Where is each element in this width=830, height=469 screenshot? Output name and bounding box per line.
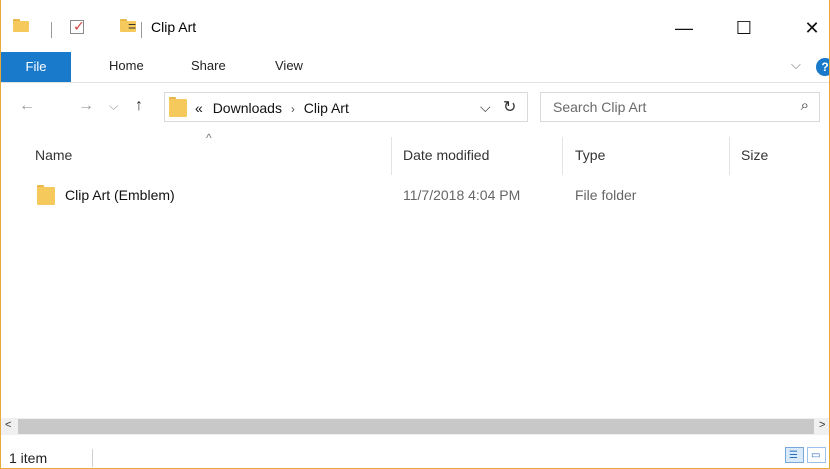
qa-separator: [51, 22, 52, 38]
refresh-icon[interactable]: ↻: [503, 97, 516, 117]
column-date-modified[interactable]: Date modified: [403, 147, 489, 163]
tab-home[interactable]: Home: [109, 58, 144, 73]
breadcrumb-overflow[interactable]: «: [195, 100, 203, 116]
address-bar[interactable]: « Downloads › Clip Art ⌵ ↻: [164, 92, 528, 122]
ribbon: File Home Share View ⌵ ?: [1, 52, 829, 82]
column-divider[interactable]: [729, 137, 730, 175]
horizontal-scrollbar[interactable]: < >: [1, 418, 829, 435]
item-type: File folder: [575, 187, 637, 203]
sort-indicator-icon: ^: [206, 131, 212, 145]
ribbon-divider: [1, 82, 829, 83]
search-box: ⌕: [540, 92, 820, 122]
list-item[interactable]: Clip Art (Emblem) 11/7/2018 4:04 PM File…: [1, 182, 829, 210]
folder-icon: [37, 185, 55, 205]
breadcrumb-chevron-icon[interactable]: ›: [291, 102, 295, 116]
up-button[interactable]: ↑: [135, 97, 143, 115]
breadcrumb-clip-art[interactable]: Clip Art: [304, 100, 349, 116]
tab-share[interactable]: Share: [191, 58, 226, 73]
item-date-modified: 11/7/2018 4:04 PM: [403, 187, 521, 203]
back-button[interactable]: ←: [19, 97, 35, 115]
search-icon[interactable]: ⌕: [801, 97, 809, 114]
address-row: ← → ⌵ ↑ « Downloads › Clip Art ⌵ ↻ ⌕: [1, 89, 829, 125]
column-size[interactable]: Size: [741, 147, 768, 163]
search-input[interactable]: [541, 93, 793, 121]
explorer-window: ✓ = Clip Art — ☐ ✕ File Home Share View …: [0, 0, 830, 469]
scroll-left-arrow-icon[interactable]: <: [5, 419, 11, 431]
large-icons-view-icon[interactable]: ▭: [807, 447, 826, 463]
close-button[interactable]: ✕: [789, 12, 829, 44]
tab-view[interactable]: View: [275, 58, 303, 73]
window-title: Clip Art: [151, 19, 197, 35]
maximize-button[interactable]: ☐: [721, 12, 767, 44]
column-name[interactable]: Name: [35, 147, 72, 163]
status-divider: [92, 449, 93, 467]
recent-locations-button[interactable]: ⌵: [109, 99, 118, 114]
help-icon[interactable]: ?: [816, 58, 829, 76]
folder-icon[interactable]: [13, 19, 29, 32]
forward-button[interactable]: →: [78, 97, 94, 115]
ribbon-expand-chevron-icon[interactable]: ⌵: [791, 57, 801, 73]
title-separator: [141, 22, 142, 38]
file-list: ^ Name Date modified Type Size Clip Art …: [1, 131, 829, 418]
address-dropdown-icon[interactable]: ⌵: [480, 99, 491, 116]
scrollbar-thumb[interactable]: [18, 419, 814, 434]
breadcrumb: « Downloads › Clip Art: [195, 100, 349, 116]
column-headers: ^ Name Date modified Type Size: [1, 131, 829, 175]
item-count: 1 item: [9, 450, 48, 466]
quick-access-dropdown[interactable]: =: [128, 18, 136, 34]
status-bar: 1 item ☰ ▭: [1, 437, 829, 468]
details-view-icon[interactable]: ☰: [785, 447, 804, 463]
column-type[interactable]: Type: [575, 147, 605, 163]
breadcrumb-downloads[interactable]: Downloads: [213, 100, 282, 116]
column-divider[interactable]: [391, 137, 392, 175]
minimize-button[interactable]: —: [661, 12, 707, 44]
tab-file[interactable]: File: [1, 52, 71, 82]
title-bar: ✓ = Clip Art — ☐ ✕: [1, 8, 829, 48]
column-divider[interactable]: [562, 137, 563, 175]
scroll-right-arrow-icon[interactable]: >: [819, 419, 825, 431]
folder-icon: [169, 97, 187, 117]
item-name: Clip Art (Emblem): [65, 187, 175, 203]
properties-check-icon[interactable]: ✓: [70, 18, 85, 34]
